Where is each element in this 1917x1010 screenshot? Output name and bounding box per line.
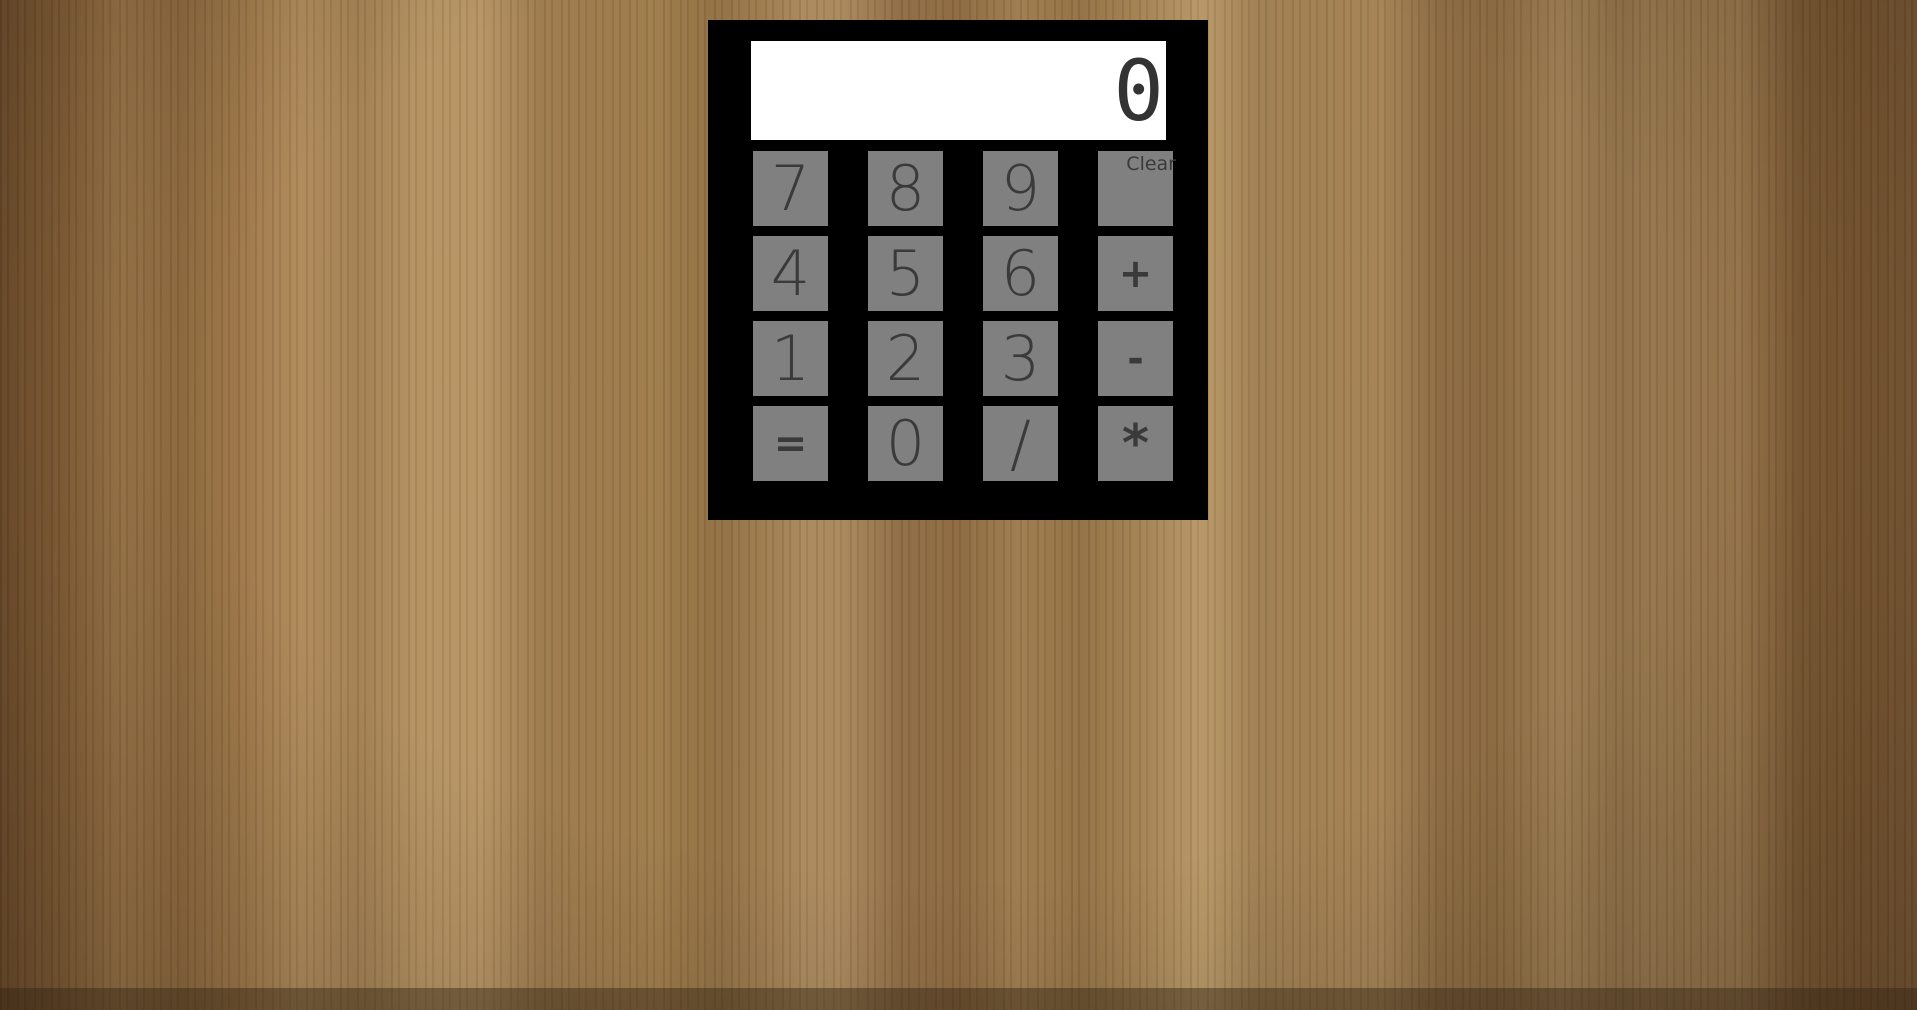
key-4[interactable]: 4 xyxy=(753,236,828,311)
key-1[interactable]: 1 xyxy=(753,321,828,396)
subtract-button[interactable]: - xyxy=(1098,321,1173,396)
key-2[interactable]: 2 xyxy=(868,321,943,396)
clear-button-label: Clear xyxy=(1126,153,1176,175)
key-5[interactable]: 5 xyxy=(868,236,943,311)
key-7[interactable]: 7 xyxy=(753,151,828,226)
clear-button[interactable]: Clear xyxy=(1098,151,1176,226)
key-8[interactable]: 8 xyxy=(868,151,943,226)
display-value: 0 xyxy=(1113,41,1164,140)
key-6[interactable]: 6 xyxy=(983,236,1058,311)
multiply-button[interactable]: * xyxy=(1098,406,1173,481)
equals-button[interactable]: = xyxy=(753,406,828,481)
bottom-strip xyxy=(0,988,1917,1010)
key-9[interactable]: 9 xyxy=(983,151,1058,226)
add-button[interactable]: + xyxy=(1098,236,1173,311)
key-0[interactable]: 0 xyxy=(868,406,943,481)
key-3[interactable]: 3 xyxy=(983,321,1058,396)
calculator: 0 7 8 9 Clear 4 5 6 + 1 2 3 - = 0 / * xyxy=(708,20,1208,520)
calculator-display: 0 xyxy=(751,41,1166,140)
divide-button[interactable]: / xyxy=(983,406,1058,481)
